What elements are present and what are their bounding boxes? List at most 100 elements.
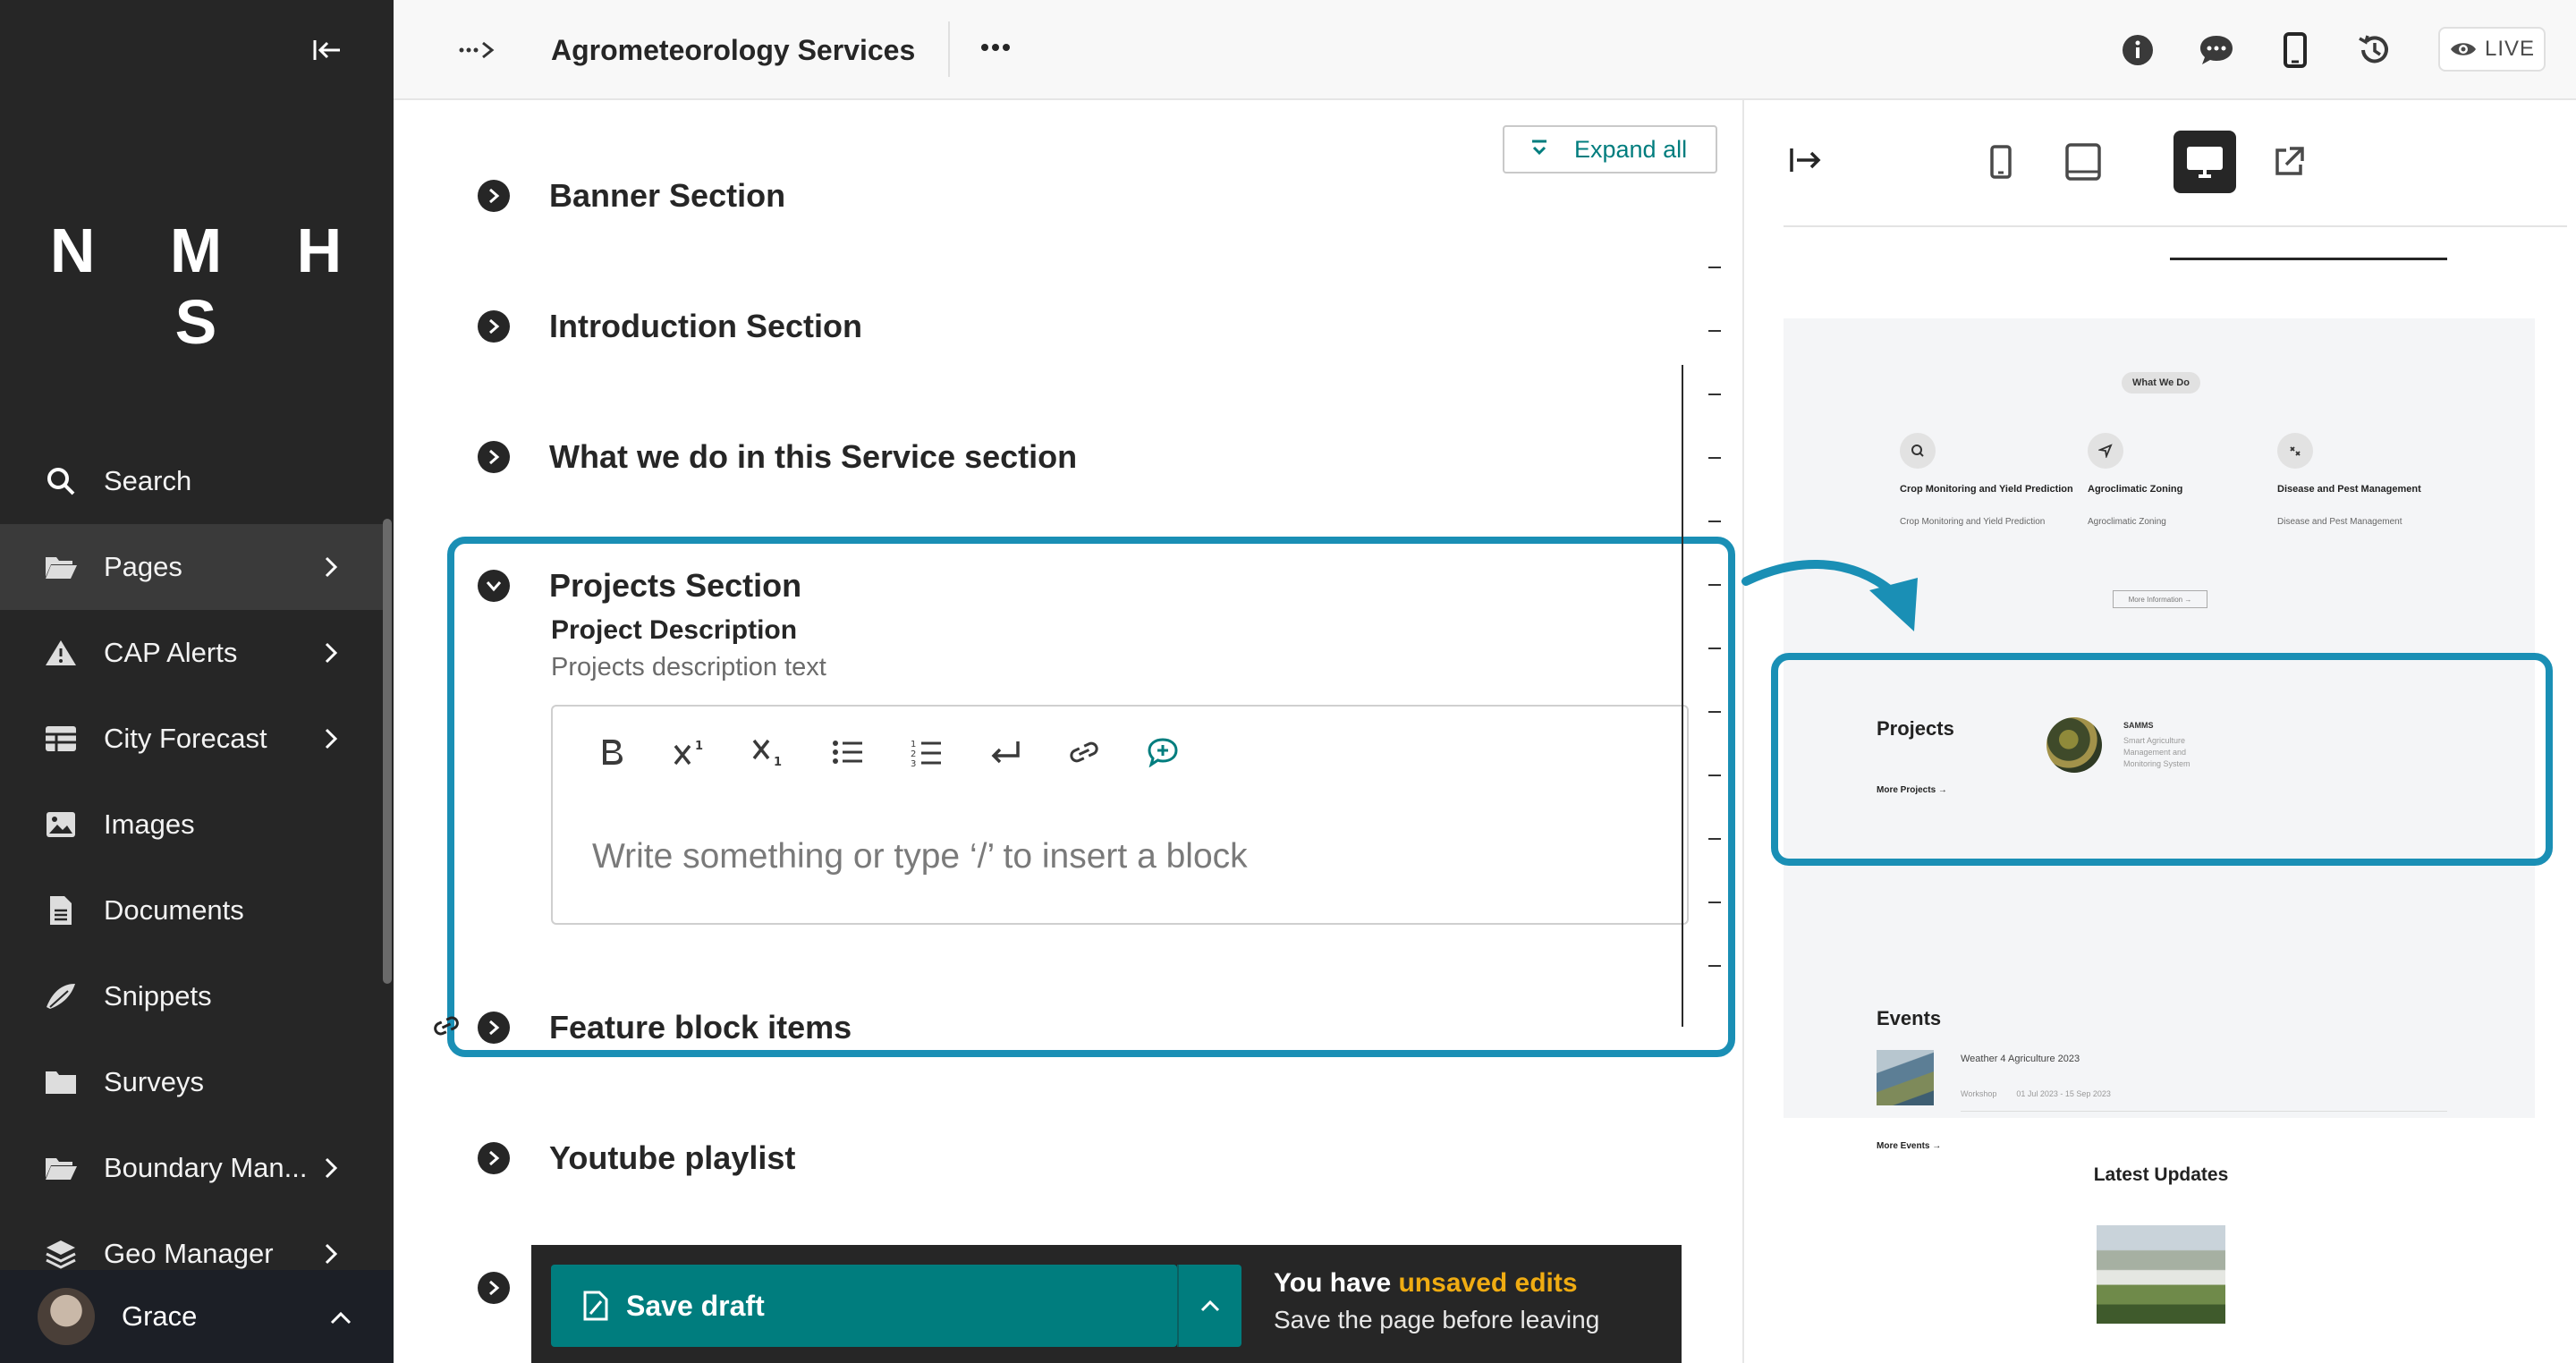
editor-placeholder[interactable]: Write something or type ‘/’ to insert a … [592, 837, 1248, 876]
event-thumbnail[interactable] [1877, 1050, 1934, 1105]
user-name: Grace [122, 1300, 198, 1332]
sidebar-item-snippets[interactable]: Snippets [0, 953, 383, 1039]
minimap-tick[interactable] [1708, 648, 1721, 649]
preview-tablet-button[interactable] [2052, 131, 2114, 193]
anchor-link-icon[interactable] [433, 1016, 460, 1036]
preview-mobile-button[interactable] [1970, 131, 2032, 193]
save-draft-button[interactable]: Save draft [551, 1265, 1177, 1347]
page-editor: Expand all Banner Section Introduction S… [394, 100, 1844, 1363]
section-youtube-playlist[interactable]: Youtube playlist [478, 1139, 795, 1177]
minimap-tick[interactable] [1708, 521, 1721, 522]
chevron-right-icon[interactable] [478, 180, 510, 212]
mobile-icon [2284, 32, 2307, 68]
section-projects[interactable]: Projects Section [478, 567, 801, 605]
numbered-list-button[interactable]: 123 [887, 730, 966, 775]
sidebar-item-surveys[interactable]: Surveys [0, 1039, 383, 1125]
add-comment-icon [1148, 738, 1178, 767]
page-actions-button[interactable] [971, 27, 1020, 68]
sidebar-item-city-forecast[interactable]: City Forecast [0, 696, 383, 782]
chevron-right-icon[interactable] [478, 1272, 510, 1304]
chevron-right-icon [315, 1152, 347, 1184]
collapse-sidebar-button[interactable] [309, 32, 348, 68]
close-preview-icon[interactable] [1789, 147, 1823, 174]
link-button[interactable] [1045, 730, 1123, 775]
line-break-icon [991, 741, 1020, 764]
what-we-do-item: Disease and Pest Management Disease and … [2277, 433, 2465, 529]
bold-button[interactable] [572, 730, 651, 775]
image-icon [43, 807, 79, 842]
minimap-tick[interactable] [1708, 330, 1721, 332]
minimap-tick[interactable] [1708, 711, 1721, 713]
snippet-icon [43, 978, 79, 1014]
open-preview-new-tab-button[interactable] [2258, 131, 2320, 193]
project-description-editor[interactable]: 1 1 123 Write something or type ‘/’ to i… [551, 705, 1844, 925]
bulleted-list-button[interactable] [809, 730, 887, 775]
chevron-right-icon[interactable] [478, 310, 510, 343]
breadcrumb-toggle[interactable] [456, 32, 499, 68]
rich-text-toolbar: 1 1 123 [572, 730, 1202, 775]
live-status-button[interactable]: LIVE [2438, 27, 2546, 72]
what-we-do-item: Crop Monitoring and Yield Prediction Cro… [1900, 433, 2088, 529]
projects-preview-highlight-box [1771, 653, 2553, 866]
preview-device-button[interactable] [2274, 29, 2317, 72]
comments-button[interactable] [2195, 29, 2238, 72]
layers-icon [43, 1236, 79, 1272]
add-comment-button[interactable] [1123, 730, 1202, 775]
svg-text:1: 1 [774, 756, 782, 767]
chevron-right-icon[interactable] [478, 441, 510, 473]
unsaved-subtext: Save the page before leaving [1274, 1306, 1600, 1333]
line-break-button[interactable] [966, 730, 1045, 775]
sidebar-item-boundary-manager[interactable]: Boundary Man... [0, 1125, 383, 1211]
eye-icon [2450, 43, 2476, 55]
minimap-tick[interactable] [1708, 457, 1721, 459]
chevron-down-icon[interactable] [478, 570, 510, 602]
section-title: Projects Section [549, 567, 802, 604]
section-title: Introduction Section [549, 308, 862, 344]
navigation-icon [2088, 433, 2123, 469]
section-introduction[interactable]: Introduction Section [478, 308, 862, 345]
sidebar-item-pages[interactable]: Pages [0, 524, 383, 610]
what-we-do-title: Disease and Pest Management [2277, 484, 2421, 495]
preview-desktop-button[interactable] [2174, 131, 2236, 193]
breadcrumb-expand-icon [459, 41, 495, 59]
sidebar-item-cap-alerts[interactable]: CAP Alerts [0, 610, 383, 696]
main-nav: Search Pages CAP Alerts City Forecast Im… [0, 438, 383, 1297]
minimap-tick[interactable] [1708, 965, 1721, 967]
section-what-we-do[interactable]: What we do in this Service section [478, 438, 1077, 476]
site-logo[interactable]: N M H S [0, 215, 394, 358]
events-title: Events [1877, 1007, 1942, 1029]
minimap-tick[interactable] [1708, 584, 1721, 586]
section-banner[interactable]: Banner Section [478, 177, 785, 215]
chevron-right-icon [315, 637, 347, 669]
search-icon [43, 463, 79, 499]
superscript-button[interactable]: 1 [651, 730, 730, 775]
history-button[interactable] [2352, 29, 2395, 72]
chevron-right-icon[interactable] [478, 1142, 510, 1174]
section-feature-block-items[interactable]: Feature block items [478, 1009, 852, 1046]
sidebar-item-label: Documents [104, 894, 244, 926]
more-events-link[interactable]: More Events → [1877, 1141, 1941, 1151]
warning-icon [43, 635, 79, 671]
bold-icon [603, 740, 623, 765]
latest-update-thumbnail[interactable] [2097, 1225, 2225, 1324]
sidebar-item-documents[interactable]: Documents [0, 868, 383, 953]
info-button[interactable] [2116, 29, 2159, 72]
search-icon [1900, 433, 1936, 469]
minimap-tick[interactable] [1708, 394, 1721, 395]
chevron-right-icon[interactable] [478, 1012, 510, 1044]
sidebar-item-search[interactable]: Search [0, 438, 383, 524]
more-save-actions-button[interactable] [1177, 1265, 1241, 1347]
minimap-tick[interactable] [1708, 838, 1721, 840]
what-we-do-title: Agroclimatic Zoning [2088, 484, 2183, 495]
what-we-do-desc: Agroclimatic Zoning [2088, 517, 2166, 527]
user-menu[interactable]: Grace [0, 1270, 394, 1363]
minimap-tick[interactable] [1708, 775, 1721, 776]
minimap-tick[interactable] [1708, 267, 1721, 268]
event-name[interactable]: Weather 4 Agriculture 2023 [1961, 1054, 2080, 1064]
minimap-tick[interactable] [1708, 902, 1721, 903]
subscript-button[interactable]: 1 [730, 730, 809, 775]
expand-all-button[interactable]: Expand all [1503, 125, 1717, 174]
more-information-button[interactable]: More Information → [2113, 590, 2207, 608]
sidebar-scrollbar[interactable] [383, 519, 392, 984]
sidebar-item-images[interactable]: Images [0, 782, 383, 868]
